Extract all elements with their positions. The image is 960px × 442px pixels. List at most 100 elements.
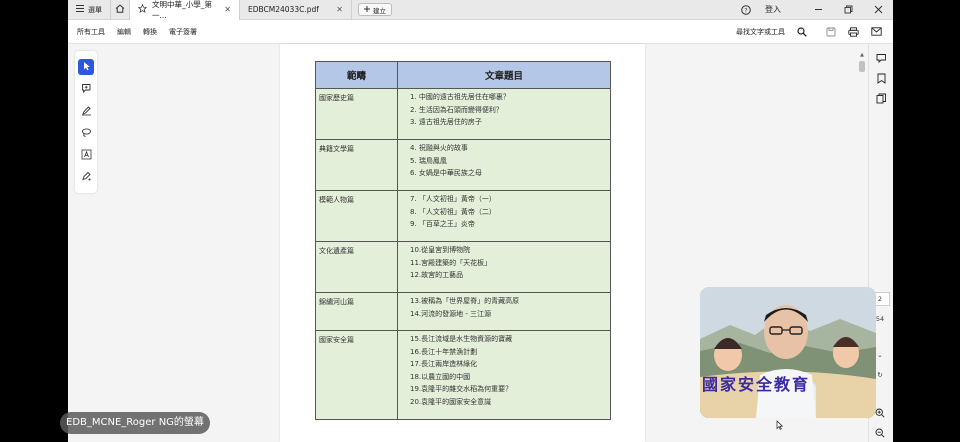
table-row: 國家歷史篇 1. 中國的遠古祖先居住在哪裏？ 2. 生活因為石頭而變得便利？ 3… xyxy=(315,88,611,140)
plus-icon xyxy=(364,5,370,14)
scroll-up-arrow-icon[interactable]: ▲ xyxy=(858,52,866,58)
screen-share-label: EDB_MCNE_Roger NG的螢幕 xyxy=(60,412,210,434)
zoom-out-icon[interactable] xyxy=(870,426,890,440)
table-row: 模範人物篇 7. 「人文初祖」黃帝（一） 8. 「人文初祖」黃帝（二） 9. 「… xyxy=(315,190,611,242)
article-item: 3. 遠古祖先居住的房子 xyxy=(410,118,482,126)
sign-in-link[interactable]: 登入 xyxy=(765,4,781,15)
email-icon[interactable] xyxy=(870,25,883,38)
header-category: 範疇 xyxy=(315,61,398,89)
home-icon xyxy=(115,4,125,15)
toolbar-convert[interactable]: 轉換 xyxy=(141,25,159,39)
draw-pen-button[interactable] xyxy=(78,103,94,119)
fill-sign-button[interactable] xyxy=(78,169,94,185)
article-item: 8. 「人文初祖」黃帝（二） xyxy=(410,207,496,216)
scrollbar-thumb[interactable] xyxy=(859,61,865,72)
add-text-button[interactable] xyxy=(78,147,94,163)
table-header-row: 範疇 文章題目 xyxy=(315,61,611,89)
pages-panel-icon[interactable] xyxy=(875,92,888,105)
article-item: 1. 中國的遠古祖先居住在哪裏？ xyxy=(410,93,510,101)
article-item: 12.故宮的工藝品 xyxy=(410,271,464,279)
tool-group xyxy=(75,51,97,193)
draw-freeform-button[interactable] xyxy=(78,125,94,141)
article-item: 10.從皇宮到博物院 xyxy=(410,246,471,254)
tab-bar: 選單 文明中華_小學_第一... ✕ EDBCM24033C.pdf ✕ 建立 xyxy=(68,0,893,20)
close-icon[interactable]: ✕ xyxy=(224,5,231,14)
mouse-cursor-icon xyxy=(776,420,784,432)
article-item: 17.長江兩岸造林綠化 xyxy=(410,360,478,368)
text-box-icon xyxy=(81,149,92,162)
items-cell: 10.從皇宮到博物院 11.宮殿建築的「天花板」 12.故宮的工藝品 xyxy=(397,241,611,293)
left-tool-rail xyxy=(68,44,104,442)
star-icon[interactable] xyxy=(137,3,148,15)
tabbar-right: ? 登入 xyxy=(739,0,893,20)
pen-icon xyxy=(81,105,92,118)
items-cell: 4. 祝融與火的故事 5. 瑞鳥鳳凰 6. 女媧是中華民族之母 xyxy=(397,139,611,191)
category-cell: 國家安全篇 xyxy=(315,330,398,420)
main-toolbar: 所有工具 編輯 轉換 電子簽署 尋找文字或工具 xyxy=(68,20,893,44)
article-table: 範疇 文章題目 國家歷史篇 1. 中國的遠古祖先居住在哪裏？ 2. 生活因為石頭… xyxy=(315,61,611,420)
menu-label: 選單 xyxy=(88,5,102,14)
sign-pen-icon xyxy=(81,171,92,184)
category-cell: 典籍文學篇 xyxy=(315,139,398,191)
svg-text:?: ? xyxy=(744,7,747,14)
article-item: 5. 瑞鳥鳳凰 xyxy=(410,156,447,165)
table-row: 國家安全篇 15.長江流域是水生物資源的寶藏 16.長江十年禁漁計劃 17.長江… xyxy=(315,330,611,420)
select-tool-button[interactable] xyxy=(78,59,94,75)
close-window-button[interactable] xyxy=(863,0,893,20)
items-cell: 7. 「人文初祖」黃帝（一） 8. 「人文初祖」黃帝（二） 9. 「百草之王」炎… xyxy=(397,190,611,242)
new-tab-button[interactable]: 建立 xyxy=(358,3,392,16)
category-cell: 錦繡河山篇 xyxy=(315,292,398,331)
print-icon[interactable] xyxy=(847,25,860,38)
pdf-page: 範疇 文章題目 國家歷史篇 1. 中國的遠古祖先居住在哪裏？ 2. 生活因為石頭… xyxy=(280,44,645,442)
items-cell: 15.長江流域是水生物資源的寶藏 16.長江十年禁漁計劃 17.長江兩岸造林綠化… xyxy=(397,330,611,420)
home-button[interactable] xyxy=(110,0,130,20)
article-item: 16.長江十年禁漁計劃 xyxy=(410,347,478,356)
header-article-title: 文章題目 xyxy=(397,61,611,89)
article-item: 18.以農立國的中國 xyxy=(410,372,471,381)
bookmarks-panel-icon[interactable] xyxy=(875,72,888,85)
article-item: 19.袁隆平的雜交水稻為何重要？ xyxy=(410,385,513,393)
save-icon[interactable] xyxy=(824,25,837,38)
article-item: 13.被稱為「世界屋脊」的青藏高原 xyxy=(410,297,520,305)
tab-label: 文明中華_小學_第一... xyxy=(152,0,212,20)
table-row: 錦繡河山篇 13.被稱為「世界屋脊」的青藏高原 14.河流的發源地 - 三江源 xyxy=(315,292,611,331)
tab-document-1[interactable]: 文明中華_小學_第一... ✕ xyxy=(130,0,240,20)
article-item: 20.袁隆平的國家安全意識 xyxy=(410,397,492,406)
toolbar-all-tools[interactable]: 所有工具 xyxy=(75,25,107,39)
webcam-overlay: 國家安全教育 xyxy=(700,287,876,418)
restore-button[interactable] xyxy=(833,0,863,20)
article-item: 14.河流的發源地 - 三江源 xyxy=(410,309,492,318)
article-item: 11.宮殿建築的「天花板」 xyxy=(410,258,492,267)
toolbar-right: 尋找文字或工具 xyxy=(736,25,883,38)
category-cell: 模範人物篇 xyxy=(315,190,398,242)
article-item: 7. 「人文初祖」黃帝（一） xyxy=(410,195,496,203)
find-text-or-tools-button[interactable]: 尋找文字或工具 xyxy=(736,27,785,37)
add-comment-button[interactable] xyxy=(78,81,94,97)
table-row: 典籍文學篇 4. 祝融與火的故事 5. 瑞鳥鳳凰 6. 女媧是中華民族之母 xyxy=(315,139,611,191)
help-icon[interactable]: ? xyxy=(739,3,753,17)
menu-button[interactable]: 選單 xyxy=(68,0,110,20)
article-item: 6. 女媧是中華民族之母 xyxy=(410,169,482,177)
webcam-background-image xyxy=(700,287,876,418)
lasso-icon xyxy=(81,127,92,140)
toolbar-edit[interactable]: 編輯 xyxy=(115,25,133,39)
search-icon[interactable] xyxy=(795,25,808,38)
article-item: 15.長江流域是水生物資源的寶藏 xyxy=(410,335,513,343)
table-row: 文化遺產篇 10.從皇宮到博物院 11.宮殿建築的「天花板」 12.故宮的工藝品 xyxy=(315,241,611,293)
minimize-button[interactable] xyxy=(803,0,833,20)
webcam-banner-text: 國家安全教育 xyxy=(702,375,811,394)
category-cell: 國家歷史篇 xyxy=(315,88,398,140)
article-item: 9. 「百草之王」炎帝 xyxy=(410,220,475,228)
close-icon[interactable]: ✕ xyxy=(336,5,343,14)
article-item: 4. 祝融與火的故事 xyxy=(410,144,468,152)
article-item: 2. 生活因為石頭而變得便利？ xyxy=(410,105,503,114)
tab-label: EDBCM24033C.pdf xyxy=(248,5,319,14)
new-tab-label: 建立 xyxy=(373,6,386,15)
toolbar-esign[interactable]: 電子簽署 xyxy=(167,25,199,39)
comments-panel-icon[interactable] xyxy=(875,52,888,65)
category-cell: 文化遺產篇 xyxy=(315,241,398,293)
items-cell: 13.被稱為「世界屋脊」的青藏高原 14.河流的發源地 - 三江源 xyxy=(397,292,611,331)
tab-document-2[interactable]: EDBCM24033C.pdf ✕ xyxy=(240,0,352,20)
cursor-arrow-icon xyxy=(82,61,91,73)
items-cell: 1. 中國的遠古祖先居住在哪裏？ 2. 生活因為石頭而變得便利？ 3. 遠古祖先… xyxy=(397,88,611,140)
